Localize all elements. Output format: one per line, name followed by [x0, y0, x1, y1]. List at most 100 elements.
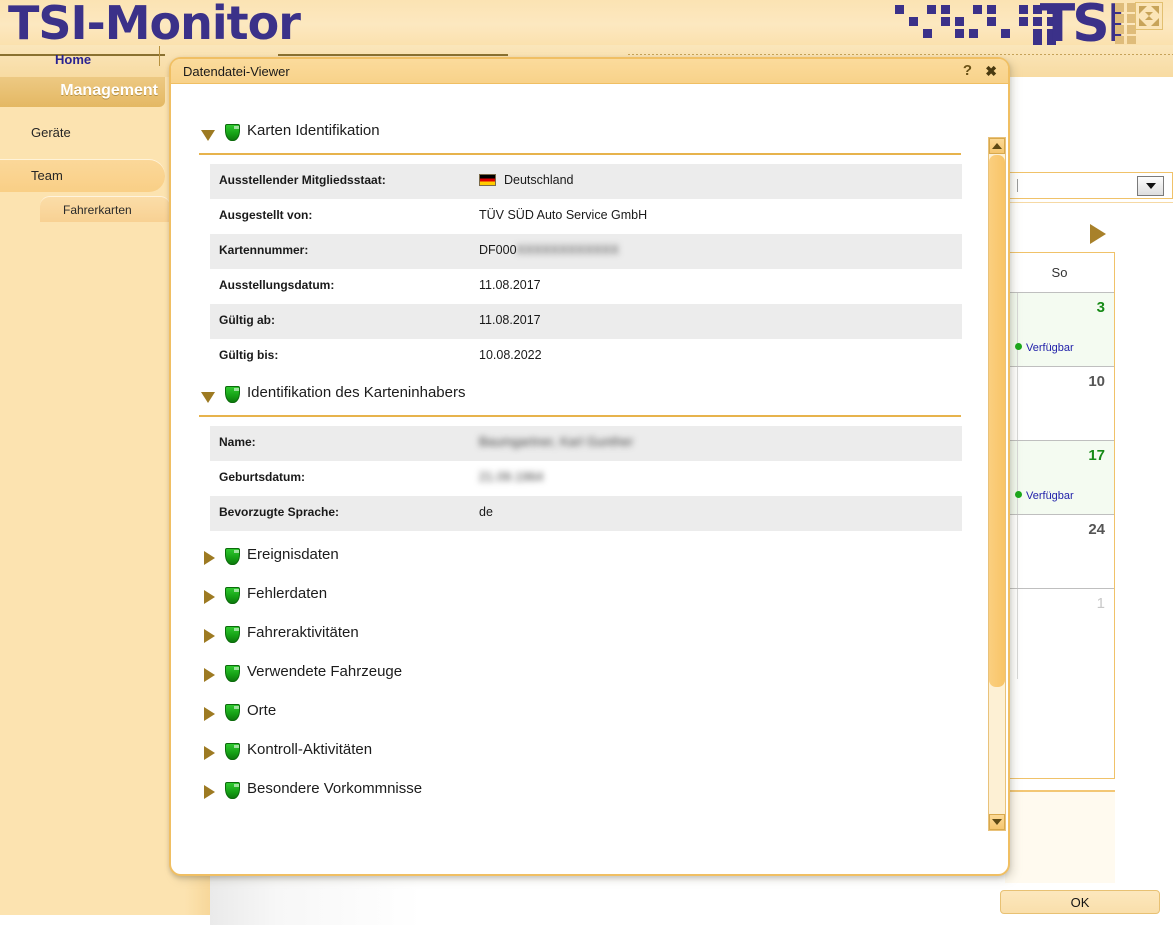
table-row: Ausstellungsdatum: 11.08.2017	[210, 269, 962, 304]
help-icon[interactable]: ?	[963, 62, 972, 79]
calendar-day-cell[interactable]: 1	[1005, 589, 1114, 769]
chevron-down-icon	[1145, 183, 1156, 189]
section-label: Karten Identifikation	[247, 122, 380, 139]
status-dot-icon	[1015, 343, 1022, 350]
section-label: Kontroll-Aktivitäten	[247, 741, 373, 758]
scroll-up-button[interactable]	[989, 138, 1005, 154]
shield-icon	[225, 548, 240, 565]
shield-icon	[225, 704, 240, 721]
calendar-day-cell[interactable]: 10	[1005, 367, 1114, 441]
row-key: Bevorzugte Sprache:	[219, 505, 340, 519]
calendar-day-number: 24	[1088, 521, 1105, 538]
section-label: Identifikation des Karteninhabers	[247, 384, 466, 401]
calendar-day-cell[interactable]: 24	[1005, 515, 1114, 589]
datendatei-viewer-dialog: Datendatei-Viewer ? ✖ Karten Identifikat…	[169, 57, 1160, 914]
tsi-logo: TSI	[875, 0, 1165, 54]
row-key: Ausgestellt von:	[219, 208, 313, 222]
dialog-title: Datendatei-Viewer	[183, 64, 290, 79]
calendar-day-cell[interactable]: 17 Verfügbar	[1005, 441, 1114, 515]
nav-underline-mid	[278, 54, 508, 56]
section-header-ereignisdaten[interactable]: Ereignisdaten	[171, 543, 871, 582]
section-label: Fahreraktivitäten	[247, 624, 359, 641]
section-header-besondere-vorkommnisse[interactable]: Besondere Vorkommnisse	[171, 777, 871, 816]
ok-button[interactable]: OK	[1000, 890, 1160, 914]
section-header-fahreraktivitaeten[interactable]: Fahreraktivitäten	[171, 621, 871, 660]
shield-icon	[225, 626, 240, 643]
calendar-day-status: Verfügbar	[1015, 490, 1074, 502]
nav-dotted-right	[628, 54, 1173, 55]
triangle-right-icon	[204, 590, 215, 604]
calendar-day-cell[interactable]: 3 Verfügbar	[1005, 293, 1114, 367]
section-header-kontroll-aktivitaeten[interactable]: Kontroll-Aktivitäten	[171, 738, 871, 777]
row-key: Ausstellungsdatum:	[219, 278, 335, 292]
row-key: Gültig ab:	[219, 313, 275, 327]
scroll-down-button[interactable]	[989, 814, 1005, 830]
calendar-cell-divider	[1017, 293, 1018, 366]
nav-item-home[interactable]: Home	[55, 52, 91, 67]
calendar-day-number: 1	[1096, 595, 1105, 612]
triangle-right-icon	[204, 551, 215, 565]
sidebar-subitem-label: Fahrerkarten	[63, 203, 132, 217]
section-label: Fehlerdaten	[247, 585, 328, 602]
table-row: Bevorzugte Sprache: de	[210, 496, 962, 531]
section-rule	[199, 415, 961, 417]
app-banner: TSI-Monitor TSI	[0, 0, 1173, 54]
table-row: Kartennummer: DF000XXXXXXXXXXXX	[210, 234, 962, 269]
row-value: DF000XXXXXXXXXXXX	[479, 243, 619, 257]
expand-arrows-icon[interactable]	[1135, 2, 1163, 30]
scrollbar-thumb[interactable]	[989, 155, 1005, 687]
section-header-verwendete-fahrzeuge[interactable]: Verwendete Fahrzeuge	[171, 660, 871, 699]
play-arrow-icon[interactable]	[1090, 224, 1106, 244]
sidebar-header: Management	[0, 77, 165, 107]
dialog-scrollbar[interactable]	[988, 137, 1006, 831]
table-row: Gültig bis: 10.08.2022	[210, 339, 962, 374]
filter-text-cursor	[1017, 179, 1018, 192]
triangle-up-icon	[992, 143, 1002, 149]
row-key: Name:	[219, 435, 256, 449]
triangle-right-icon	[204, 746, 215, 760]
triangle-right-icon	[204, 707, 215, 721]
row-value: 11.08.2017	[479, 278, 541, 292]
triangle-right-icon	[204, 668, 215, 682]
shield-icon	[225, 665, 240, 682]
close-icon[interactable]: ✖	[985, 63, 997, 80]
calendar-cell-divider	[1017, 515, 1018, 588]
dialog-titlebar: Datendatei-Viewer ? ✖	[171, 59, 1008, 84]
row-key: Gültig bis:	[219, 348, 279, 362]
section-label: Besondere Vorkommnisse	[247, 780, 423, 797]
row-value: de	[479, 505, 493, 519]
sidebar-item-fahrerkarten[interactable]: Fahrerkarten	[40, 196, 170, 222]
row-value: 10.08.2022	[479, 348, 542, 362]
row-value: Deutschland	[504, 173, 574, 187]
app-title: TSI-Monitor	[8, 0, 301, 50]
calendar-day-number: 3	[1096, 299, 1105, 316]
section-header-fehlerdaten[interactable]: Fehlerdaten	[171, 582, 871, 621]
content-footer-panel	[1005, 790, 1115, 883]
section-label: Orte	[247, 702, 277, 719]
shield-icon	[225, 782, 240, 799]
sidebar-item-team[interactable]: Team	[0, 159, 165, 192]
calendar-cell-divider	[1017, 589, 1018, 679]
table-row: Ausstellender Mitgliedsstaat: Deutschlan…	[210, 164, 962, 199]
section-header-karten-identifikation[interactable]: Karten Identifikation	[171, 119, 961, 149]
section-header-orte[interactable]: Orte	[171, 699, 871, 738]
calendar-cell-divider	[1017, 441, 1018, 514]
row-value: TÜV SÜD Auto Service GmbH	[479, 208, 648, 222]
table-row: Geburtsdatum: 21.09.1964	[210, 461, 962, 496]
row-key: Kartennummer:	[219, 243, 309, 257]
sidebar-item-geraete[interactable]: Geräte	[0, 116, 165, 149]
status-dot-icon	[1015, 491, 1022, 498]
dialog-body: Karten Identifikation Ausstellender Mitg…	[171, 85, 1012, 850]
section-header-identifikation-des-karteninhabers[interactable]: Identifikation des Karteninhabers	[171, 381, 961, 411]
calendar-day-number: 10	[1088, 373, 1105, 390]
filter-dropdown[interactable]	[1137, 176, 1164, 196]
row-key: Geburtsdatum:	[219, 470, 306, 484]
shield-icon	[225, 386, 240, 403]
sidebar-item-label: Geräte	[31, 125, 71, 140]
filter-bar	[1005, 172, 1173, 203]
shield-icon	[225, 124, 240, 141]
table-row: Gültig ab: 11.08.2017	[210, 304, 962, 339]
section-label: Verwendete Fahrzeuge	[247, 663, 403, 680]
triangle-right-icon	[204, 629, 215, 643]
calendar-day-number: 17	[1088, 447, 1105, 464]
